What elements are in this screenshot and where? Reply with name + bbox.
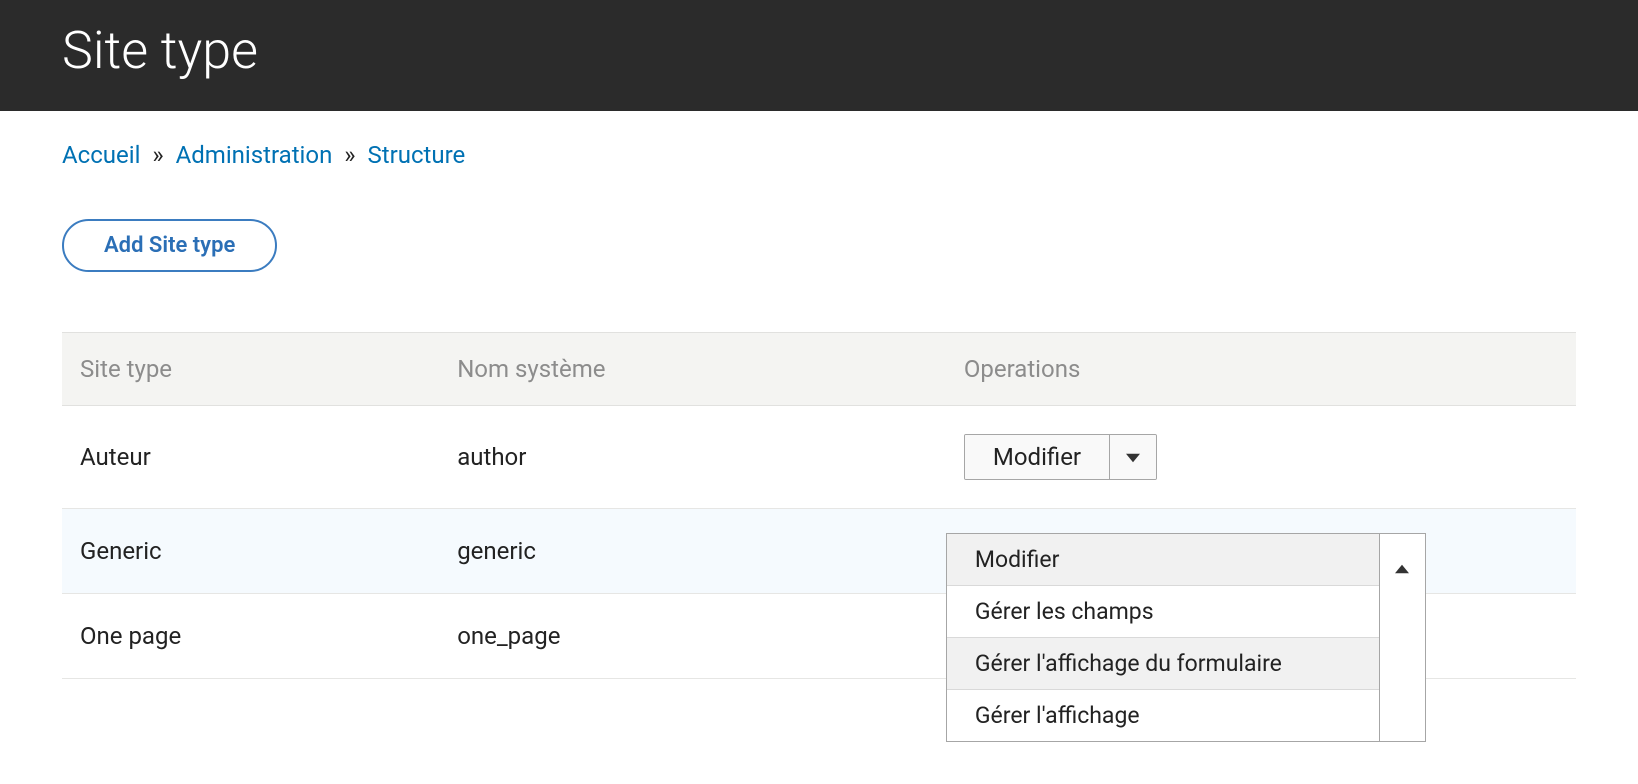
dropbutton-item-modifier[interactable]: Modifier [947, 534, 1379, 586]
cell-machine-name: generic [439, 509, 946, 594]
dropbutton-item-gerer-champs[interactable]: Gérer les champs [947, 586, 1379, 638]
col-header-site-type: Site type [62, 333, 439, 406]
breadcrumb-link-administration[interactable]: Administration [176, 141, 333, 169]
breadcrumb-link-structure[interactable]: Structure [367, 141, 465, 169]
content-region: Accueil » Administration » Structure Add… [0, 111, 1638, 719]
cell-label: Auteur [62, 406, 439, 509]
dropbutton-item-gerer-affichage[interactable]: Gérer l'affichage [947, 690, 1379, 741]
breadcrumb: Accueil » Administration » Structure [62, 141, 1576, 169]
col-header-machine-name: Nom système [439, 333, 946, 406]
dropbutton-menu: Modifier Gérer les champs Gérer l'affich… [947, 534, 1379, 741]
cell-operations: Modifier [946, 406, 1576, 509]
cell-machine-name: one_page [439, 594, 946, 679]
col-header-operations: Operations [946, 333, 1576, 406]
operations-dropbutton: Modifier [964, 434, 1157, 480]
dropbutton-toggle[interactable] [1379, 534, 1425, 741]
dropbutton-item-gerer-affichage-formulaire[interactable]: Gérer l'affichage du formulaire [947, 638, 1379, 690]
table-row: Auteur author Modifier [62, 406, 1576, 509]
breadcrumb-separator: » [146, 141, 169, 169]
breadcrumb-link-accueil[interactable]: Accueil [62, 141, 140, 169]
add-site-type-button[interactable]: Add Site type [62, 219, 277, 272]
cell-label: Generic [62, 509, 439, 594]
table-row: Generic generic Modifier Gérer les champ… [62, 509, 1576, 594]
cell-operations: Modifier Gérer les champs Gérer l'affich… [946, 509, 1576, 594]
chevron-up-icon [1395, 554, 1409, 582]
page-title: Site type [62, 20, 1576, 81]
chevron-down-icon [1126, 443, 1140, 471]
table-header-row: Site type Nom système Operations [62, 333, 1576, 406]
operations-dropbutton-open: Modifier Gérer les champs Gérer l'affich… [946, 533, 1426, 742]
cell-label: One page [62, 594, 439, 679]
breadcrumb-separator: » [338, 141, 361, 169]
cell-machine-name: author [439, 406, 946, 509]
dropbutton-toggle[interactable] [1110, 435, 1156, 479]
edit-button[interactable]: Modifier [965, 435, 1110, 479]
page-header: Site type [0, 0, 1638, 111]
site-type-table: Site type Nom système Operations Auteur … [62, 332, 1576, 679]
